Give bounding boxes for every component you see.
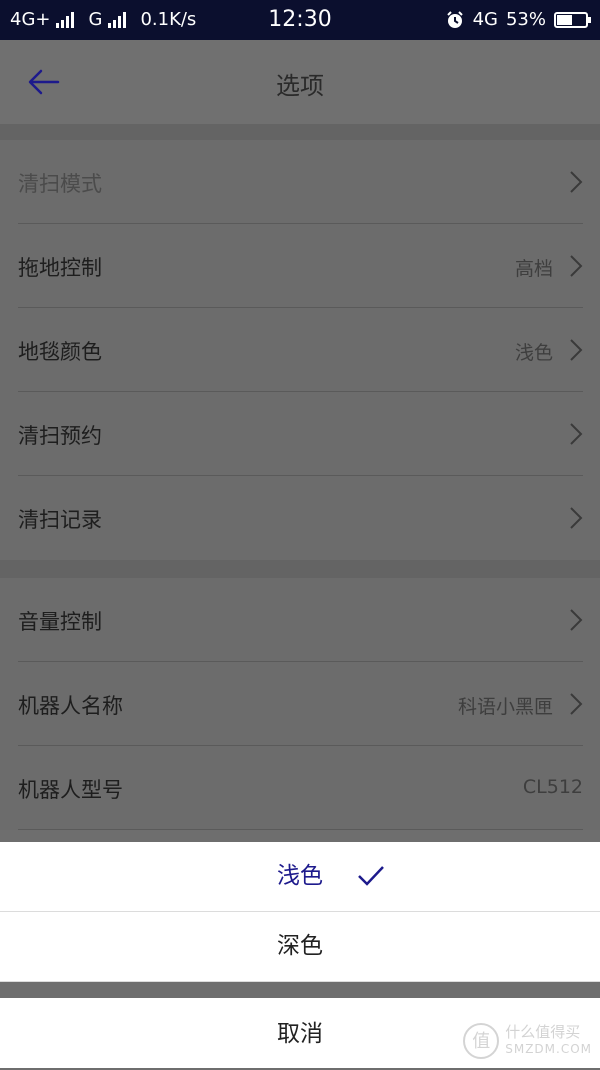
- settings-row-clean-mode[interactable]: 清扫模式: [18, 140, 583, 224]
- settings-row-robot-name[interactable]: 机器人名称 科语小黑匣: [18, 662, 583, 746]
- option-dark[interactable]: 深色: [0, 912, 600, 982]
- settings-row-schedule[interactable]: 清扫预约: [18, 392, 583, 476]
- network-type-label-3: 4G: [472, 9, 498, 30]
- row-label: 拖地控制: [18, 256, 102, 280]
- chevron-right-icon: [570, 255, 583, 277]
- chevron-right-icon: [570, 609, 583, 631]
- page-title: 选项: [276, 72, 324, 100]
- row-label: 地毯颜色: [18, 340, 102, 364]
- app-header: 选项: [0, 40, 600, 124]
- sheet-divider: [0, 982, 600, 998]
- cancel-label: 取消: [277, 1021, 323, 1047]
- battery-fill: [557, 14, 572, 25]
- chevron-right-icon: [570, 693, 583, 715]
- row-label: 清扫预约: [18, 424, 102, 448]
- watermark: 值 什么值得买 SMZDM.COM: [463, 1023, 592, 1059]
- battery-icon: [554, 11, 591, 28]
- option-label: 深色: [277, 933, 323, 959]
- row-value: 浅色: [514, 342, 553, 364]
- settings-group-robot: 音量控制 机器人名称 科语小黑匣 机器人型号 CL512: [0, 578, 600, 830]
- status-bar: 4G+ G 0.1K/s 12:30 4G 53%: [0, 0, 600, 40]
- settings-row-carpet-color[interactable]: 地毯颜色 浅色: [18, 308, 583, 392]
- row-label: 机器人名称: [18, 694, 123, 718]
- row-label: 清扫记录: [18, 508, 102, 532]
- option-light[interactable]: 浅色: [0, 842, 600, 912]
- row-value: 高档: [514, 258, 553, 280]
- chevron-right-icon: [570, 507, 583, 529]
- row-label: 机器人型号: [18, 778, 123, 802]
- chevron-right-icon: [570, 339, 583, 361]
- alarm-clock-icon: [446, 10, 463, 28]
- settings-row-history[interactable]: 清扫记录: [18, 476, 583, 560]
- settings-row-volume[interactable]: 音量控制: [18, 578, 583, 662]
- status-right: 4G 53%: [445, 9, 591, 30]
- option-label: 浅色: [277, 863, 323, 889]
- row-value: CL512: [522, 776, 583, 798]
- watermark-line2: SMZDM.COM: [505, 1042, 592, 1056]
- row-label: 音量控制: [18, 610, 102, 634]
- chevron-right-icon: [570, 171, 583, 193]
- settings-row-mop-control[interactable]: 拖地控制 高档: [18, 224, 583, 308]
- row-value: 科语小黑匣: [457, 696, 553, 718]
- row-label: 清扫模式: [18, 172, 102, 196]
- settings-group-cleaning: 清扫模式 拖地控制 高档 地毯颜色 浅色 清扫预约 清扫记录: [0, 140, 600, 560]
- watermark-line1: 什么值得买: [505, 1023, 581, 1041]
- section-divider: [0, 124, 600, 140]
- checkmark-icon: [358, 866, 384, 886]
- section-divider: [0, 560, 600, 578]
- chevron-right-icon: [570, 423, 583, 445]
- battery-percent: 53%: [505, 9, 546, 30]
- watermark-text: 什么值得买 SMZDM.COM: [505, 1024, 592, 1058]
- watermark-badge: 值: [463, 1023, 500, 1059]
- settings-row-robot-model: 机器人型号 CL512: [18, 746, 583, 830]
